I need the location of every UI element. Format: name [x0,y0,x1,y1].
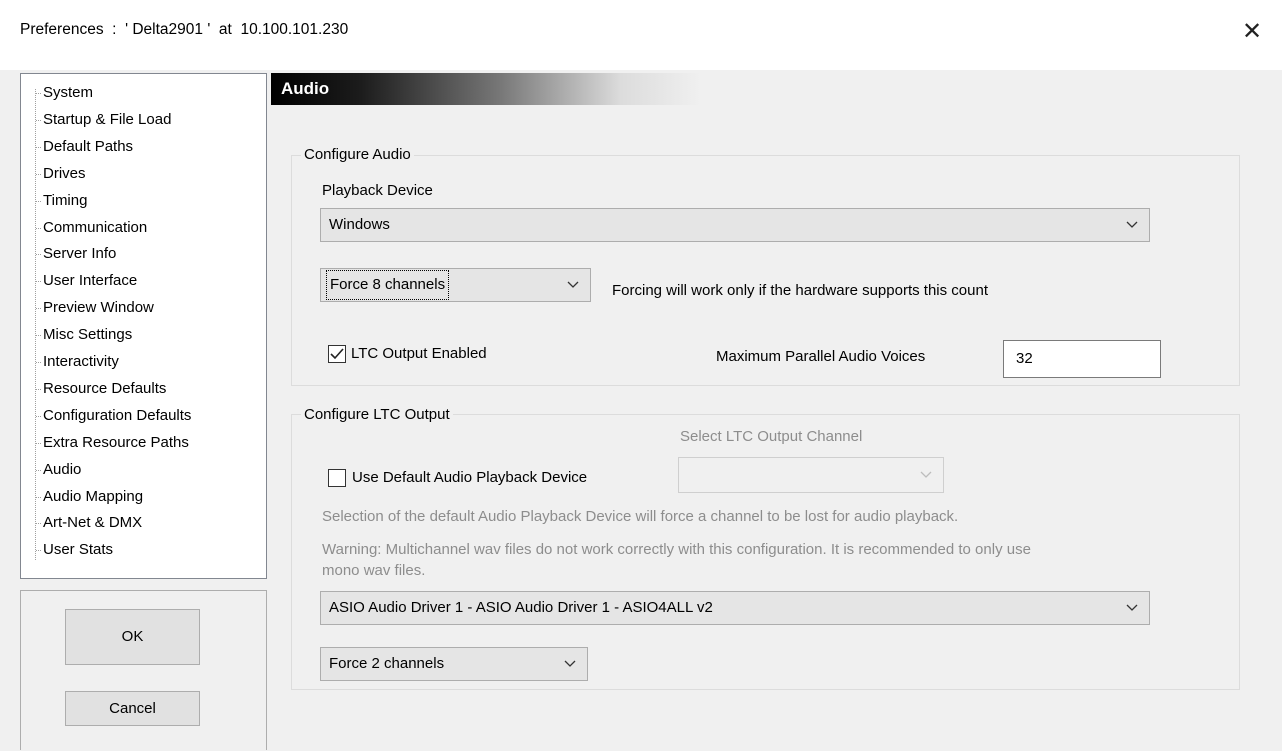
configure-audio-legend: Configure Audio [301,145,414,165]
max-voices-input[interactable]: 32 [1003,340,1161,378]
playback-device-value: Windows [329,216,390,233]
section-header: Audio [271,73,1271,105]
tree-item[interactable]: Startup & File Load [43,108,171,132]
tree-item[interactable]: User Interface [43,269,137,293]
chevron-down-icon [567,281,579,288]
chevron-down-icon [920,471,932,478]
ok-button[interactable]: OK [65,609,200,665]
chevron-down-icon [1126,604,1138,611]
tree-item[interactable]: Server Info [43,242,116,266]
tree-item[interactable]: User Stats [43,538,113,562]
preferences-tree[interactable]: System Startup & File Load Default Paths Dr… [20,73,267,579]
ltc-channel-select[interactable] [678,457,944,493]
ltc-force-channels-select[interactable]: Force 2 channels [320,647,588,681]
tree-item[interactable]: Art-Net & DMX [43,511,142,535]
use-default-device-checkbox[interactable] [328,469,346,487]
ltc-output-enabled-checkbox[interactable] [328,345,346,363]
ltc-driver-value: ASIO Audio Driver 1 - ASIO Audio Driver … [329,599,713,616]
tree-item[interactable]: System [43,81,93,105]
max-voices-label: Maximum Parallel Audio Voices [716,348,926,365]
configure-ltc-legend: Configure LTC Output [301,405,453,425]
select-ltc-channel-label: Select LTC Output Channel [680,428,863,445]
tree-item[interactable]: Drives [43,162,86,186]
playback-device-label: Playback Device [322,182,433,199]
chevron-down-icon [564,660,576,667]
tree-item[interactable]: Audio Mapping [43,485,143,509]
tree-item[interactable]: Interactivity [43,350,119,374]
selection-note: Selection of the default Audio Playback … [322,508,959,525]
warning-line-1: Warning: Multichannel wav files do not w… [322,541,1031,558]
tree-item[interactable]: Default Paths [43,135,133,159]
window-title: Preferences : ' Delta2901 ' at 10.100.10… [20,21,349,38]
use-default-device-label: Use Default Audio Playback Device [352,469,588,486]
tree-item[interactable]: Communication [43,216,147,240]
ltc-force-channels-value: Force 2 channels [329,655,445,672]
tree-item[interactable]: Resource Defaults [43,377,166,401]
tree-item[interactable]: Audio [43,458,81,482]
tree-item[interactable]: Configuration Defaults [43,404,191,428]
ltc-output-enabled-label: LTC Output Enabled [351,345,487,362]
ltc-driver-select[interactable]: ASIO Audio Driver 1 - ASIO Audio Driver … [320,591,1150,625]
force-channels-value: Force 8 channels [326,270,450,300]
force-channels-select[interactable]: Force 8 channels [320,268,591,302]
chevron-down-icon [1126,221,1138,228]
check-icon [330,348,344,360]
tree-item[interactable]: Preview Window [43,296,154,320]
warning-line-2: mono wav files. [322,562,426,579]
tree-item[interactable]: Extra Resource Paths [43,431,189,455]
close-icon[interactable]: ✕ [1232,12,1272,52]
title-bar: Preferences : ' Delta2901 ' at 10.100.10… [0,0,1282,70]
cancel-button[interactable]: Cancel [65,691,200,726]
tree-item[interactable]: Misc Settings [43,323,132,347]
force-note: Forcing will work only if the hardware s… [612,282,988,299]
tree-item[interactable]: Timing [43,189,87,213]
playback-device-select[interactable]: Windows [320,208,1150,242]
